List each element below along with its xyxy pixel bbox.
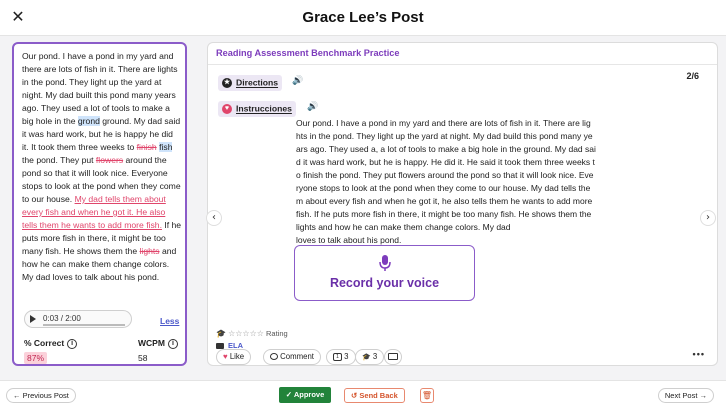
instrucciones-button[interactable]: ♥ Instrucciones [218, 101, 296, 117]
passage-line: lights and how he can make them change c… [296, 222, 511, 232]
passage-line: d it was hard work, but he is happy. He … [296, 157, 595, 167]
play-icon[interactable] [30, 315, 36, 323]
directions-star-icon: ★ [222, 77, 232, 88]
students-icon: 🎓 [362, 354, 371, 361]
marked-passage: Our pond. I have a pond in my yard and t… [22, 50, 182, 284]
directions-button[interactable]: ★ Directions [218, 75, 283, 91]
check-icon: ✓ [285, 390, 293, 399]
folder-button[interactable] [384, 349, 402, 365]
next-post-label: Next Post [664, 391, 698, 400]
like-button[interactable]: ♥ Like [216, 349, 252, 365]
passage-strike-segment[interactable]: lights [140, 246, 160, 256]
passage-line: hts in the pond. They light up the yard … [296, 131, 593, 141]
page-title: Grace Lee’s Post [302, 9, 424, 26]
passage-segment: Our pond. I have a pond in my yard and t… [22, 51, 178, 126]
passage-segment: the pond. They put [22, 155, 96, 165]
send-back-label: Send Back [359, 391, 398, 400]
audio-player[interactable]: 0:03 / 2:00 [24, 310, 132, 328]
passage-line: ars ago. They used a, a lot of tools to … [296, 144, 596, 154]
percent-correct-label: % Correct i [24, 338, 78, 349]
heart-icon: ♥ [223, 352, 228, 361]
wcpm-text: WCPM [138, 338, 165, 348]
percent-correct-text: % Correct [24, 338, 65, 348]
previous-page-arrow[interactable]: ‹ [206, 210, 222, 226]
comment-label: Comment [280, 352, 314, 361]
passage-highlight-segment[interactable]: grond [77, 116, 100, 126]
approve-button[interactable]: ✓ Approve [279, 387, 331, 403]
passage-text: Our pond. I have a pond in my yard and t… [296, 117, 623, 247]
microphone-icon [379, 255, 391, 271]
comment-count-icon: 1 [333, 352, 342, 361]
percent-correct-badge: 87% [24, 352, 48, 364]
next-post-button[interactable]: Next Post → [657, 388, 714, 403]
previous-post-button[interactable]: ← Previous Post [6, 388, 76, 403]
comment-icon [270, 353, 278, 361]
post-header: ✕ Grace Lee’s Post [0, 0, 726, 36]
instrucciones-heart-icon: ♥ [222, 103, 232, 114]
audio-time: 0:03 / 2:00 [43, 314, 81, 323]
reading-results-panel: Our pond. I have a pond in my yard and t… [12, 42, 187, 366]
comment-count-button[interactable]: 1 3 [326, 349, 356, 365]
undo-icon: ↺ [351, 391, 358, 400]
passage-line: o finish the pond. They put flowers arou… [296, 170, 594, 180]
wcpm-value: 58 [138, 353, 148, 363]
folder-icon [388, 353, 398, 360]
activity-title: Reading Assessment Benchmark Practice [216, 48, 400, 58]
directions-label: Directions [236, 77, 279, 88]
approve-label: Approve [293, 390, 325, 399]
speaker-icon[interactable]: 🔊 [292, 76, 303, 86]
wcpm-label: WCPM i [138, 338, 178, 349]
info-icon[interactable]: i [67, 338, 78, 349]
passage-line: ryone stops to look at the pond when the… [296, 183, 591, 193]
previous-post-label: Previous Post [22, 391, 69, 400]
info-icon[interactable]: i [167, 338, 178, 349]
next-page-arrow[interactable]: › [700, 210, 716, 226]
views-count-button[interactable]: 🎓 3 [355, 349, 385, 365]
trash-icon[interactable]: 🗑 [420, 388, 434, 403]
arrow-left-icon: ← [13, 391, 21, 400]
rating-row: 🎓 ☆☆☆☆☆ Rating [216, 329, 288, 338]
comment-button[interactable]: Comment [263, 349, 321, 365]
record-voice-label: Record your voice [329, 276, 440, 290]
page-indicator: 2/6 [686, 71, 699, 81]
post-content-area: Our pond. I have a pond in my yard and t… [0, 36, 726, 380]
passage-line: m about every fish and when he got it, h… [296, 196, 593, 206]
level-icon: 🎓 [216, 329, 226, 338]
more-options-icon[interactable]: ••• [693, 349, 705, 359]
like-label: Like [229, 352, 245, 361]
instrucciones-label: Instrucciones [236, 103, 292, 114]
passage-highlight-segment[interactable]: fish [159, 142, 173, 152]
star-rating[interactable]: ☆☆☆☆☆ [228, 329, 264, 338]
post-footer: ← Previous Post ✓ Approve ↺ Send Back 🗑 … [0, 380, 726, 408]
less-link[interactable]: Less [160, 316, 179, 326]
card-header: Reading Assessment Benchmark Practice [208, 43, 717, 65]
speaker-icon[interactable]: 🔊 [307, 102, 318, 112]
views-count: 3 [372, 352, 378, 361]
passage-strike-segment[interactable]: flowers [96, 155, 123, 165]
comment-count: 3 [344, 352, 349, 361]
send-back-button[interactable]: ↺ Send Back [344, 388, 405, 403]
record-voice-button[interactable]: Record your voice [294, 245, 475, 301]
rating-label: Rating [266, 329, 288, 338]
audio-progress-track[interactable] [43, 324, 125, 326]
passage-line: Our pond. I have a pond in my yard and t… [296, 118, 591, 128]
post-card: Reading Assessment Benchmark Practice 2/… [207, 42, 718, 366]
arrow-right-icon: → [699, 391, 708, 400]
passage-strike-segment[interactable]: finish [137, 142, 157, 152]
passage-line: fish. If he puts more fish in there, it … [296, 209, 592, 219]
